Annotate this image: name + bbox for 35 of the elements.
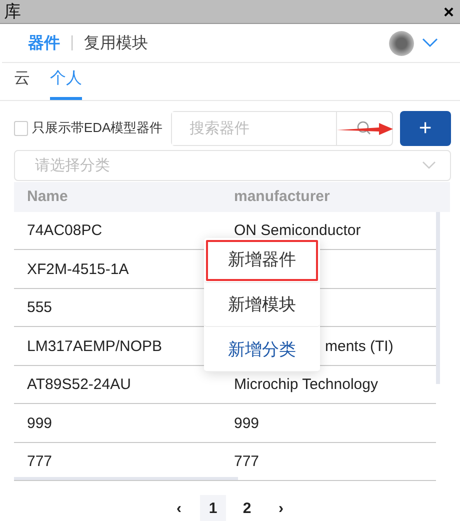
checkbox-label: 只展示带EDA模型器件 [32, 119, 163, 138]
table-cell: AT89S52-24AU [27, 376, 131, 394]
menu-item[interactable]: 新增分类 [204, 327, 320, 372]
chevron-down-icon[interactable] [422, 38, 438, 48]
search-icon[interactable] [357, 121, 372, 136]
column-header: Name [26, 188, 69, 206]
page-button[interactable]: 2 [234, 495, 260, 521]
add-button[interactable]: + [400, 110, 451, 146]
table-cell: 777 [27, 453, 52, 470]
avatar-icon[interactable] [389, 30, 414, 56]
checkbox[interactable] [14, 120, 28, 136]
header-tab[interactable]: 复用模块 [84, 32, 148, 54]
table-cell: XF2M-4515-1A [27, 260, 129, 278]
column-header: manufacturer [233, 188, 331, 206]
table-cell: 999 [234, 414, 260, 432]
menu-item[interactable]: 新增模块 [204, 282, 320, 328]
search-field[interactable]: 搜索器件 [170, 110, 393, 146]
close-button[interactable]: × [441, 2, 456, 20]
table-cell: 74AC08PC [27, 222, 102, 240]
separator: | [70, 34, 74, 52]
page-button[interactable]: 1 [200, 495, 226, 521]
table-cell: ON Semiconductor [234, 222, 361, 240]
table-cell: LM317AEMP/NOPB [27, 338, 162, 355]
table-cell: 777 [234, 453, 260, 470]
tab[interactable]: 云 [14, 68, 30, 100]
window-title: 库 [4, 1, 21, 23]
table-cell: ments (TI) [325, 338, 394, 355]
scrollbar[interactable] [14, 477, 238, 481]
previous-page-button[interactable]: ‹ [166, 495, 192, 521]
next-page-button[interactable]: › [268, 495, 294, 521]
table-cell: Microchip Technology [234, 376, 378, 394]
table-cell: 999 [27, 414, 52, 432]
table-cell: 555 [27, 299, 52, 316]
chevron-down-icon [422, 161, 436, 170]
menu-item[interactable]: 新增器件 [204, 238, 320, 283]
